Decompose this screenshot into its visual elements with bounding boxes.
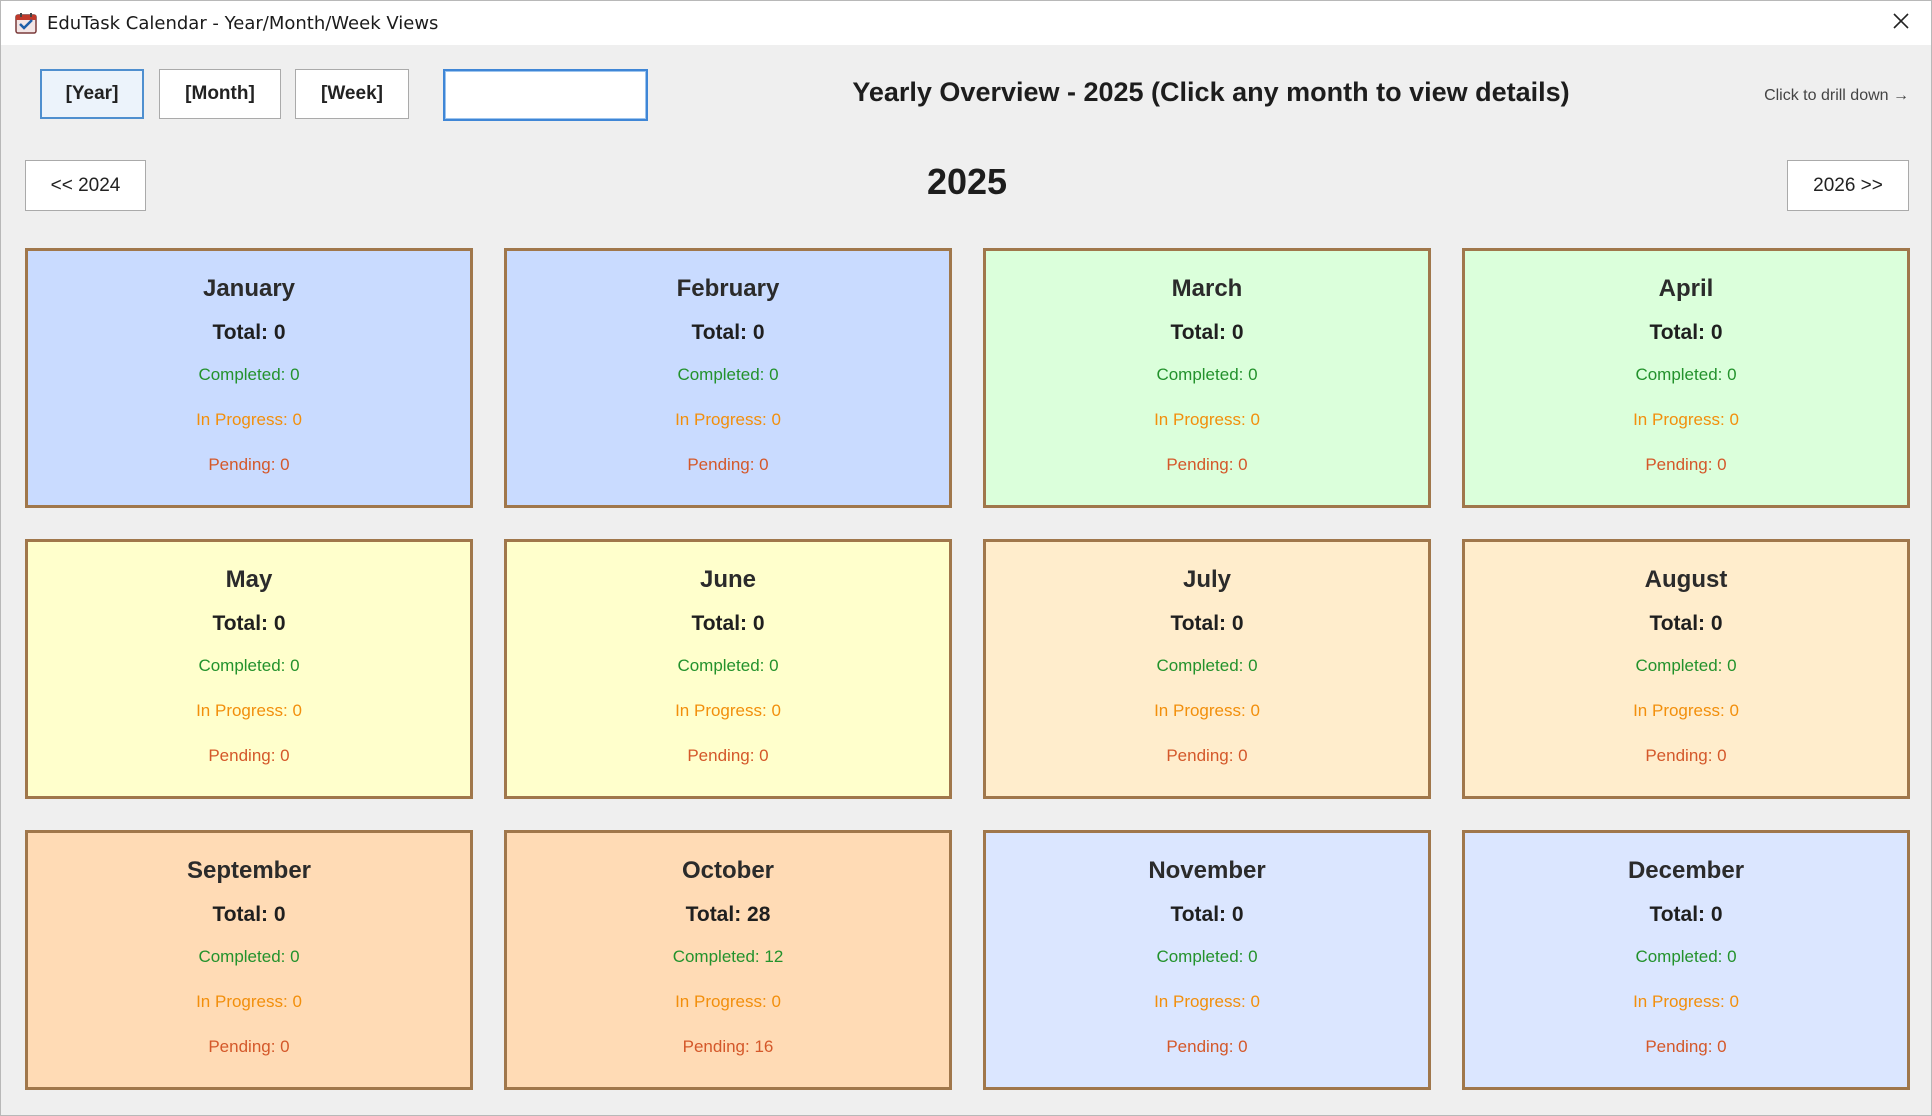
month-total: Total: 0 (691, 321, 765, 344)
month-total: Total: 0 (1170, 612, 1244, 635)
month-total: Total: 0 (1649, 321, 1723, 344)
month-name: July (1182, 566, 1232, 593)
overview-title: Yearly Overview - 2025 (Click any month … (852, 77, 1570, 107)
month-total: Total: 0 (1649, 612, 1723, 635)
month-name: June (699, 566, 756, 593)
current-year-heading: 2025 (926, 161, 1008, 202)
month-in-progress: In Progress: 0 (196, 992, 302, 1011)
month-name: February (676, 275, 780, 302)
month-pending: Pending: 0 (1645, 1037, 1727, 1056)
month-total: Total: 0 (212, 321, 286, 344)
month-pending: Pending: 0 (1645, 455, 1727, 474)
month-card-march[interactable]: March Total: 0 Completed: 0 In Progress:… (983, 248, 1431, 508)
month-pending: Pending: 16 (682, 1037, 774, 1056)
month-view-button[interactable]: [Month] (159, 69, 281, 119)
month-total: Total: 0 (1649, 903, 1723, 926)
month-in-progress: In Progress: 0 (1633, 410, 1739, 429)
month-total: Total: 28 (685, 903, 771, 926)
month-completed: Completed: 0 (198, 365, 300, 384)
month-card-july[interactable]: July Total: 0 Completed: 0 In Progress: … (983, 539, 1431, 799)
month-card-january[interactable]: January Total: 0 Completed: 0 In Progres… (25, 248, 473, 508)
previous-year-button[interactable]: << 2024 (25, 160, 146, 211)
month-total: Total: 0 (212, 903, 286, 926)
month-completed: Completed: 0 (198, 947, 300, 966)
app-window: EduTask Calendar - Year/Month/Week Views… (0, 0, 1932, 1116)
month-pending: Pending: 0 (687, 455, 769, 474)
month-name: December (1627, 857, 1745, 884)
month-in-progress: In Progress: 0 (196, 410, 302, 429)
month-completed: Completed: 12 (672, 947, 784, 966)
month-name: April (1658, 275, 1714, 302)
month-card-june[interactable]: June Total: 0 Completed: 0 In Progress: … (504, 539, 952, 799)
month-in-progress: In Progress: 0 (1154, 701, 1260, 720)
week-view-button[interactable]: [Week] (295, 69, 409, 119)
month-card-september[interactable]: September Total: 0 Completed: 0 In Progr… (25, 830, 473, 1090)
month-name: September (186, 857, 312, 884)
month-completed: Completed: 0 (1156, 656, 1258, 675)
month-in-progress: In Progress: 0 (675, 410, 781, 429)
month-completed: Completed: 0 (1635, 656, 1737, 675)
month-completed: Completed: 0 (1635, 947, 1737, 966)
month-name: May (225, 566, 273, 593)
drill-down-hint: Click to drill down → (1764, 87, 1909, 104)
month-pending: Pending: 0 (687, 746, 769, 765)
month-card-october[interactable]: October Total: 28 Completed: 12 In Progr… (504, 830, 952, 1090)
month-name: March (1171, 275, 1243, 302)
month-pending: Pending: 0 (208, 1037, 290, 1056)
month-completed: Completed: 0 (1156, 947, 1258, 966)
month-card-december[interactable]: December Total: 0 Completed: 0 In Progre… (1462, 830, 1910, 1090)
view-toolbar: [Year] [Month] [Week] Yearly Overview - … (1, 67, 1931, 123)
month-total: Total: 0 (691, 612, 765, 635)
month-total: Total: 0 (1170, 903, 1244, 926)
close-button[interactable] (1871, 1, 1931, 45)
month-completed: Completed: 0 (1635, 365, 1737, 384)
month-pending: Pending: 0 (1166, 455, 1248, 474)
month-name: November (1148, 857, 1266, 884)
month-pending: Pending: 0 (208, 746, 290, 765)
month-name: October (681, 857, 774, 884)
month-in-progress: In Progress: 0 (1633, 992, 1739, 1011)
month-total: Total: 0 (1170, 321, 1244, 344)
month-in-progress: In Progress: 0 (675, 701, 781, 720)
focused-blank-field[interactable] (443, 69, 648, 121)
month-completed: Completed: 0 (677, 365, 779, 384)
month-in-progress: In Progress: 0 (1154, 992, 1260, 1011)
month-in-progress: In Progress: 0 (675, 992, 781, 1011)
month-in-progress: In Progress: 0 (1633, 701, 1739, 720)
month-pending: Pending: 0 (208, 455, 290, 474)
calendar-app-icon (13, 10, 39, 36)
month-in-progress: In Progress: 0 (1154, 410, 1260, 429)
month-completed: Completed: 0 (677, 656, 779, 675)
month-pending: Pending: 0 (1166, 1037, 1248, 1056)
title-bar: EduTask Calendar - Year/Month/Week Views (1, 1, 1931, 45)
month-card-november[interactable]: November Total: 0 Completed: 0 In Progre… (983, 830, 1431, 1090)
year-view-button[interactable]: [Year] (40, 69, 144, 119)
window-title: EduTask Calendar - Year/Month/Week Views (47, 12, 439, 34)
month-card-april[interactable]: April Total: 0 Completed: 0 In Progress:… (1462, 248, 1910, 508)
close-icon (1892, 12, 1910, 35)
month-completed: Completed: 0 (198, 656, 300, 675)
month-in-progress: In Progress: 0 (196, 701, 302, 720)
month-card-august[interactable]: August Total: 0 Completed: 0 In Progress… (1462, 539, 1910, 799)
month-completed: Completed: 0 (1156, 365, 1258, 384)
month-total: Total: 0 (212, 612, 286, 635)
month-pending: Pending: 0 (1645, 746, 1727, 765)
next-year-button[interactable]: 2026 >> (1787, 160, 1909, 211)
month-card-may[interactable]: May Total: 0 Completed: 0 In Progress: 0… (25, 539, 473, 799)
month-card-february[interactable]: February Total: 0 Completed: 0 In Progre… (504, 248, 952, 508)
month-name: January (202, 275, 296, 302)
month-grid: January Total: 0 Completed: 0 In Progres… (25, 248, 1910, 1090)
month-pending: Pending: 0 (1166, 746, 1248, 765)
month-name: August (1644, 566, 1728, 593)
